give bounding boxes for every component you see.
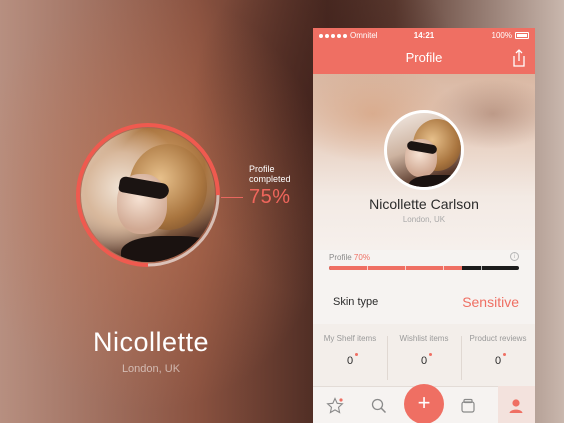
stat-shelf-items[interactable]: My Shelf items 0 [313, 334, 387, 369]
battery-level: 100% [491, 31, 512, 40]
jar-icon[interactable] [459, 397, 477, 415]
profile-completed-value: 75% [249, 186, 291, 208]
page-title: Profile [405, 50, 443, 65]
add-button[interactable]: + [404, 384, 444, 423]
skin-type-value[interactable]: Sensitive [462, 294, 519, 310]
navbar: Profile [313, 44, 535, 74]
stat-wishlist-items[interactable]: Wishlist items 0 [387, 334, 461, 369]
hero-avatar-ring [75, 122, 221, 268]
hero-name: Nicollette [92, 327, 210, 357]
share-icon[interactable] [511, 48, 527, 68]
status-bar: Omnitel 14:21 100% [313, 28, 535, 44]
hero-location: London, UK [121, 363, 181, 375]
stat-value: 0 [347, 353, 359, 367]
profile-progress-value: 70% [353, 253, 370, 262]
battery: 100% [492, 31, 529, 40]
profile-progress-bar [329, 266, 519, 270]
stat-product-reviews[interactable]: Product reviews 0 [461, 334, 535, 369]
profile-name: Nicollette Carlson [369, 196, 479, 212]
profile-avatar[interactable] [384, 110, 464, 190]
profile-location: London, UK [402, 215, 446, 224]
stat-label: Wishlist items [399, 334, 449, 343]
profile-progress-label: Profile 70% [329, 253, 370, 262]
profile-cover: Nicollette Carlson London, UK [313, 74, 535, 250]
stat-value: 0 [495, 353, 507, 367]
profile-completed-label: Profile completed [249, 164, 291, 184]
phone-screen: Omnitel 14:21 100% Profile Nicollette Ca… [313, 28, 535, 423]
battery-icon [515, 32, 529, 39]
stat-label: Product reviews [469, 334, 527, 343]
stat-label: My Shelf items [323, 334, 377, 343]
search-icon[interactable] [370, 397, 388, 415]
stat-value: 0 [421, 353, 433, 367]
star-icon[interactable] [326, 397, 344, 415]
skin-type-label: Skin type [333, 296, 379, 308]
info-icon[interactable]: i [510, 252, 519, 261]
completion-connector [221, 197, 243, 198]
hero-avatar [81, 128, 215, 262]
profile-icon[interactable] [507, 397, 525, 415]
